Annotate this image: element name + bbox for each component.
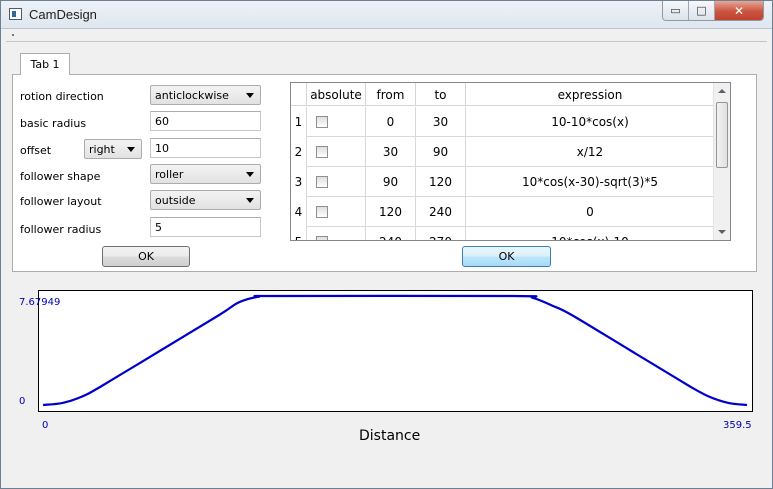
absolute-cell [307,137,366,167]
follower-layout-label: follower layout [20,195,102,208]
follower-radius-label: follower radius [20,223,102,236]
row-number: 3 [291,167,307,197]
from-cell[interactable]: 240 [366,227,416,240]
follower-layout-value: outside [155,193,196,207]
x-max-tick-label: 359.5 [723,420,752,431]
maximize-icon: □ [696,4,707,17]
table-row: 4 120 240 0 [291,197,714,227]
table-row: 3 90 120 10*cos(x-30)-sqrt(3)*5 [291,167,714,197]
expression-cell[interactable]: 10*cos(x-30)-sqrt(3)*5 [466,167,714,197]
expression-cell[interactable]: 0 [466,197,714,227]
table-ok-button[interactable]: OK [462,246,551,267]
form-ok-label: OK [138,250,154,263]
title-bar[interactable]: CamDesign ▭ □ ✕ [1,1,772,29]
absolute-cell [307,227,366,240]
x-axis-title: Distance [359,428,421,444]
to-cell[interactable]: 270 [416,227,466,240]
close-button[interactable]: ✕ [715,1,763,20]
absolute-checkbox[interactable] [316,236,328,240]
offset-input[interactable]: 10 [150,138,261,158]
table-row: 5 240 270 10*cos(x)-10 [291,227,714,240]
row-header-corner [291,83,307,106]
from-cell[interactable]: 120 [366,197,416,227]
window-controls: ▭ □ ✕ [662,1,764,21]
chevron-down-icon [246,172,254,177]
tab-1[interactable]: Tab 1 [20,53,70,75]
toolbar-grip[interactable] [12,34,14,36]
follower-shape-value: roller [155,167,184,181]
scroll-up-icon[interactable] [718,89,726,93]
from-cell[interactable]: 90 [366,167,416,197]
absolute-checkbox[interactable] [316,116,328,128]
tab-label: Tab 1 [30,58,60,71]
chevron-down-icon [246,93,254,98]
toolbar-area [6,32,767,42]
table-header: absolute from to expression [291,83,714,106]
scroll-thumb[interactable] [716,102,728,168]
rotation-direction-value: anticlockwise [155,88,229,102]
header-to[interactable]: to [416,83,466,106]
follower-shape-label: follower shape [20,170,101,183]
offset-label: offset [20,144,52,157]
x-min-tick-label: 0 [42,420,49,431]
form-ok-button[interactable]: OK [102,246,190,267]
expression-cell[interactable]: 10-10*cos(x) [466,107,714,137]
y-min-tick-label: 0 [19,396,26,407]
app-window: CamDesign ▭ □ ✕ Tab 1 rotion direction b… [0,0,773,489]
absolute-cell [307,197,366,227]
row-number: 4 [291,197,307,227]
absolute-cell [307,107,366,137]
plot-canvas [42,294,748,407]
absolute-checkbox[interactable] [316,146,328,158]
maximize-button[interactable]: □ [689,1,715,20]
offset-side-select[interactable]: right [84,139,142,159]
scroll-down-icon[interactable] [718,230,726,234]
chevron-down-icon [246,198,254,203]
from-cell[interactable]: 30 [366,137,416,167]
to-cell[interactable]: 90 [416,137,466,167]
rotation-direction-select[interactable]: anticlockwise [150,85,261,105]
table-row: 2 30 90 x/12 [291,137,714,167]
expression-cell[interactable]: x/12 [466,137,714,167]
y-max-tick-label: 7.67949 [19,297,61,308]
row-number: 5 [291,227,307,240]
minimize-button[interactable]: ▭ [663,1,689,20]
segment-table: absolute from to expression 1 0 30 10-10… [290,82,731,241]
follower-radius-input[interactable]: 5 [150,217,261,237]
absolute-cell [307,167,366,197]
follower-shape-select[interactable]: roller [150,164,261,184]
follower-layout-select[interactable]: outside [150,190,261,210]
to-cell[interactable]: 240 [416,197,466,227]
app-icon [9,8,22,20]
from-cell[interactable]: 0 [366,107,416,137]
header-absolute[interactable]: absolute [307,83,366,106]
displacement-curve [42,294,748,407]
table-ok-label: OK [498,250,515,263]
minimize-icon: ▭ [670,4,681,17]
chevron-down-icon [127,147,135,152]
absolute-checkbox[interactable] [316,176,328,188]
absolute-checkbox[interactable] [316,206,328,218]
window-title: CamDesign [29,7,97,22]
table-row: 1 0 30 10-10*cos(x) [291,107,714,137]
table-vertical-scrollbar[interactable] [713,83,730,240]
displacement-plot [38,290,753,412]
to-cell[interactable]: 30 [416,107,466,137]
header-expression[interactable]: expression [466,83,714,106]
expression-cell[interactable]: 10*cos(x)-10 [466,227,714,240]
offset-side-value: right [89,142,115,156]
basic-radius-input[interactable]: 60 [150,111,261,131]
close-icon: ✕ [733,3,745,18]
basic-radius-label: basic radius [20,117,87,130]
to-cell[interactable]: 120 [416,167,466,197]
row-number: 2 [291,137,307,167]
rotation-direction-label: rotion direction [20,90,104,103]
header-from[interactable]: from [366,83,416,106]
row-number: 1 [291,107,307,137]
